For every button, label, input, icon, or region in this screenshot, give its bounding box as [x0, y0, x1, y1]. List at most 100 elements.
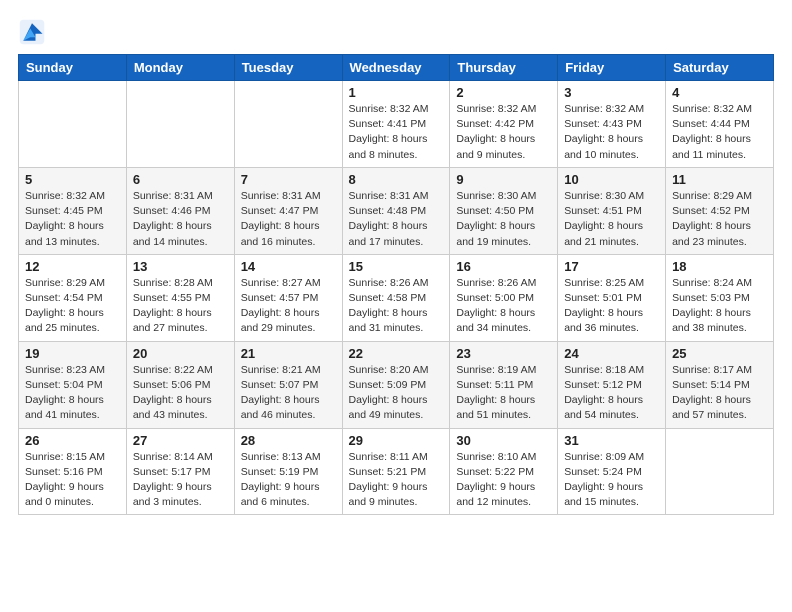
cell-day-number: 5: [25, 172, 120, 187]
calendar-table: SundayMondayTuesdayWednesdayThursdayFrid…: [18, 54, 774, 515]
cell-info: Sunrise: 8:29 AMSunset: 4:54 PMDaylight:…: [25, 276, 120, 337]
cell-day-number: 23: [456, 346, 551, 361]
cell-info: Sunrise: 8:25 AMSunset: 5:01 PMDaylight:…: [564, 276, 659, 337]
cell-info: Sunrise: 8:31 AMSunset: 4:48 PMDaylight:…: [349, 189, 444, 250]
week-row-2: 5 Sunrise: 8:32 AMSunset: 4:45 PMDaylight…: [19, 167, 774, 254]
cell-info: Sunrise: 8:09 AMSunset: 5:24 PMDaylight:…: [564, 450, 659, 511]
cell-day-number: 20: [133, 346, 228, 361]
cell-info: Sunrise: 8:32 AMSunset: 4:45 PMDaylight:…: [25, 189, 120, 250]
calendar-cell: 19 Sunrise: 8:23 AMSunset: 5:04 PMDayligh…: [19, 341, 127, 428]
calendar-cell: [19, 81, 127, 168]
cell-info: Sunrise: 8:28 AMSunset: 4:55 PMDaylight:…: [133, 276, 228, 337]
cell-day-number: 7: [241, 172, 336, 187]
calendar-cell: 28Sunrise: 8:13 AMSunset: 5:19 PMDayligh…: [234, 428, 342, 515]
cell-day-number: 30: [456, 433, 551, 448]
cell-day-number: 10: [564, 172, 659, 187]
calendar-cell: 31 Sunrise: 8:09 AMSunset: 5:24 PMDayligh…: [558, 428, 666, 515]
week-row-5: 26 Sunrise: 8:15 AMSunset: 5:16 PMDayligh…: [19, 428, 774, 515]
cell-day-number: 27: [133, 433, 228, 448]
calendar-cell: 3 Sunrise: 8:32 AMSunset: 4:43 PMDaylight…: [558, 81, 666, 168]
cell-day-number: 13: [133, 259, 228, 274]
cell-day-number: 4: [672, 85, 767, 100]
cell-day-number: 2: [456, 85, 551, 100]
cell-day-number: 22: [349, 346, 444, 361]
weekday-tuesday: Tuesday: [234, 55, 342, 81]
cell-info: Sunrise: 8:23 AMSunset: 5:04 PMDaylight:…: [25, 363, 120, 424]
cell-day-number: 26: [25, 433, 120, 448]
calendar-cell: 6 Sunrise: 8:31 AMSunset: 4:46 PMDaylight…: [126, 167, 234, 254]
calendar-cell: 10Sunrise: 8:30 AMSunset: 4:51 PMDayligh…: [558, 167, 666, 254]
general-blue-icon: [18, 18, 46, 46]
cell-info: Sunrise: 8:15 AMSunset: 5:16 PMDaylight:…: [25, 450, 120, 511]
cell-day-number: 25: [672, 346, 767, 361]
cell-day-number: 18: [672, 259, 767, 274]
cell-info: Sunrise: 8:26 AMSunset: 4:58 PMDaylight:…: [349, 276, 444, 337]
calendar-cell: 24 Sunrise: 8:18 AMSunset: 5:12 PMDayligh…: [558, 341, 666, 428]
calendar-cell: 11Sunrise: 8:29 AMSunset: 4:52 PMDayligh…: [666, 167, 774, 254]
cell-day-number: 14: [241, 259, 336, 274]
cell-info: Sunrise: 8:32 AMSunset: 4:43 PMDaylight:…: [564, 102, 659, 163]
cell-info: Sunrise: 8:26 AMSunset: 5:00 PMDaylight:…: [456, 276, 551, 337]
cell-day-number: 21: [241, 346, 336, 361]
cell-day-number: 3: [564, 85, 659, 100]
cell-info: Sunrise: 8:31 AMSunset: 4:47 PMDaylight:…: [241, 189, 336, 250]
logo: [18, 18, 48, 46]
cell-info: Sunrise: 8:32 AMSunset: 4:42 PMDaylight:…: [456, 102, 551, 163]
cell-info: Sunrise: 8:22 AMSunset: 5:06 PMDaylight:…: [133, 363, 228, 424]
calendar-cell: 13 Sunrise: 8:28 AMSunset: 4:55 PMDayligh…: [126, 254, 234, 341]
calendar-cell: 29 Sunrise: 8:11 AMSunset: 5:21 PMDayligh…: [342, 428, 450, 515]
cell-info: Sunrise: 8:30 AMSunset: 4:50 PMDaylight:…: [456, 189, 551, 250]
calendar-cell: 17 Sunrise: 8:25 AMSunset: 5:01 PMDayligh…: [558, 254, 666, 341]
calendar-cell: [234, 81, 342, 168]
cell-day-number: 16: [456, 259, 551, 274]
weekday-thursday: Thursday: [450, 55, 558, 81]
cell-day-number: 17: [564, 259, 659, 274]
cell-day-number: 6: [133, 172, 228, 187]
cell-info: Sunrise: 8:29 AMSunset: 4:52 PMDaylight:…: [672, 189, 767, 250]
calendar-cell: 25 Sunrise: 8:17 AMSunset: 5:14 PMDayligh…: [666, 341, 774, 428]
weekday-saturday: Saturday: [666, 55, 774, 81]
cell-day-number: 15: [349, 259, 444, 274]
calendar-cell: 5 Sunrise: 8:32 AMSunset: 4:45 PMDaylight…: [19, 167, 127, 254]
calendar-cell: 30Sunrise: 8:10 AMSunset: 5:22 PMDayligh…: [450, 428, 558, 515]
calendar-cell: 4 Sunrise: 8:32 AMSunset: 4:44 PMDaylight…: [666, 81, 774, 168]
page: SundayMondayTuesdayWednesdayThursdayFrid…: [0, 0, 792, 612]
weekday-header-row: SundayMondayTuesdayWednesdayThursdayFrid…: [19, 55, 774, 81]
cell-info: Sunrise: 8:24 AMSunset: 5:03 PMDaylight:…: [672, 276, 767, 337]
cell-day-number: 12: [25, 259, 120, 274]
cell-day-number: 31: [564, 433, 659, 448]
calendar-cell: 9 Sunrise: 8:30 AMSunset: 4:50 PMDaylight…: [450, 167, 558, 254]
week-row-4: 19 Sunrise: 8:23 AMSunset: 5:04 PMDayligh…: [19, 341, 774, 428]
calendar-cell: 14Sunrise: 8:27 AMSunset: 4:57 PMDayligh…: [234, 254, 342, 341]
calendar-cell: 15 Sunrise: 8:26 AMSunset: 4:58 PMDayligh…: [342, 254, 450, 341]
cell-info: Sunrise: 8:14 AMSunset: 5:17 PMDaylight:…: [133, 450, 228, 511]
cell-day-number: 19: [25, 346, 120, 361]
cell-day-number: 24: [564, 346, 659, 361]
calendar-cell: 1Sunrise: 8:32 AMSunset: 4:41 PMDaylight…: [342, 81, 450, 168]
calendar-cell: 18 Sunrise: 8:24 AMSunset: 5:03 PMDayligh…: [666, 254, 774, 341]
cell-day-number: 1: [349, 85, 444, 100]
calendar-cell: 27 Sunrise: 8:14 AMSunset: 5:17 PMDayligh…: [126, 428, 234, 515]
calendar-cell: 8 Sunrise: 8:31 AMSunset: 4:48 PMDaylight…: [342, 167, 450, 254]
calendar-cell: 12 Sunrise: 8:29 AMSunset: 4:54 PMDayligh…: [19, 254, 127, 341]
cell-info: Sunrise: 8:31 AMSunset: 4:46 PMDaylight:…: [133, 189, 228, 250]
cell-info: Sunrise: 8:32 AMSunset: 4:44 PMDaylight:…: [672, 102, 767, 163]
calendar-cell: 16 Sunrise: 8:26 AMSunset: 5:00 PMDayligh…: [450, 254, 558, 341]
calendar-cell: 7 Sunrise: 8:31 AMSunset: 4:47 PMDaylight…: [234, 167, 342, 254]
cell-info: Sunrise: 8:11 AMSunset: 5:21 PMDaylight:…: [349, 450, 444, 511]
calendar-cell: 2 Sunrise: 8:32 AMSunset: 4:42 PMDaylight…: [450, 81, 558, 168]
weekday-monday: Monday: [126, 55, 234, 81]
calendar-cell: 23Sunrise: 8:19 AMSunset: 5:11 PMDayligh…: [450, 341, 558, 428]
cell-day-number: 28: [241, 433, 336, 448]
cell-info: Sunrise: 8:18 AMSunset: 5:12 PMDaylight:…: [564, 363, 659, 424]
header: [18, 18, 774, 46]
calendar-cell: [126, 81, 234, 168]
calendar-cell: 20 Sunrise: 8:22 AMSunset: 5:06 PMDayligh…: [126, 341, 234, 428]
cell-day-number: 8: [349, 172, 444, 187]
cell-day-number: 29: [349, 433, 444, 448]
cell-day-number: 9: [456, 172, 551, 187]
weekday-sunday: Sunday: [19, 55, 127, 81]
calendar-cell: 26 Sunrise: 8:15 AMSunset: 5:16 PMDayligh…: [19, 428, 127, 515]
calendar-cell: 22Sunrise: 8:20 AMSunset: 5:09 PMDayligh…: [342, 341, 450, 428]
cell-info: Sunrise: 8:17 AMSunset: 5:14 PMDaylight:…: [672, 363, 767, 424]
